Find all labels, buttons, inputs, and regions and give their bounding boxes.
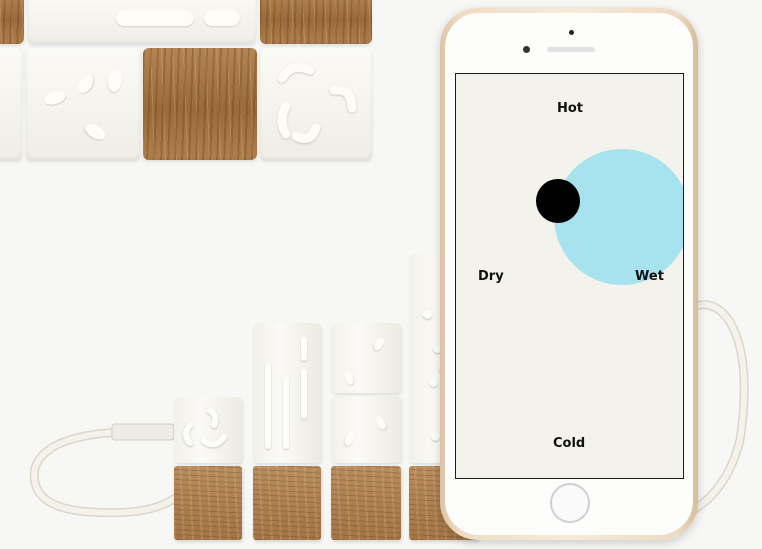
wood-base bbox=[174, 466, 242, 540]
tile-bump bbox=[374, 414, 388, 432]
ceramic-block bbox=[331, 396, 401, 463]
dot-bump bbox=[423, 310, 432, 319]
macaroni-bumps bbox=[183, 408, 227, 448]
front-camera bbox=[523, 46, 530, 53]
tile-bump bbox=[372, 335, 386, 353]
label-dry: Dry bbox=[478, 269, 504, 284]
wood-base bbox=[253, 466, 321, 540]
tile-bump bbox=[342, 370, 356, 386]
ceramic-block bbox=[174, 397, 242, 463]
dot-bump bbox=[429, 378, 438, 387]
ceramic-block bbox=[253, 323, 321, 463]
wood-base bbox=[331, 466, 401, 540]
ridge-bump bbox=[301, 337, 307, 361]
home-button[interactable] bbox=[550, 483, 590, 523]
phone-face: Hot Dry Wet Cold bbox=[445, 13, 693, 535]
app-screen: Hot Dry Wet Cold bbox=[455, 73, 684, 479]
earpiece-speaker bbox=[547, 47, 595, 52]
ridge-bump bbox=[301, 369, 307, 419]
dot-bump bbox=[431, 432, 440, 441]
ridge-bump bbox=[283, 377, 289, 449]
wet-zone-circle bbox=[554, 149, 683, 285]
ridge-bump bbox=[265, 363, 271, 449]
sensor-dot bbox=[569, 30, 574, 35]
product-scene: Hot Dry Wet Cold bbox=[0, 0, 762, 549]
label-wet: Wet bbox=[635, 269, 664, 284]
ceramic-block bbox=[331, 323, 401, 393]
position-marker[interactable] bbox=[536, 179, 580, 223]
smartphone: Hot Dry Wet Cold bbox=[440, 8, 698, 540]
label-cold: Cold bbox=[553, 436, 586, 451]
label-hot: Hot bbox=[557, 101, 584, 116]
tile-bump bbox=[342, 431, 356, 447]
